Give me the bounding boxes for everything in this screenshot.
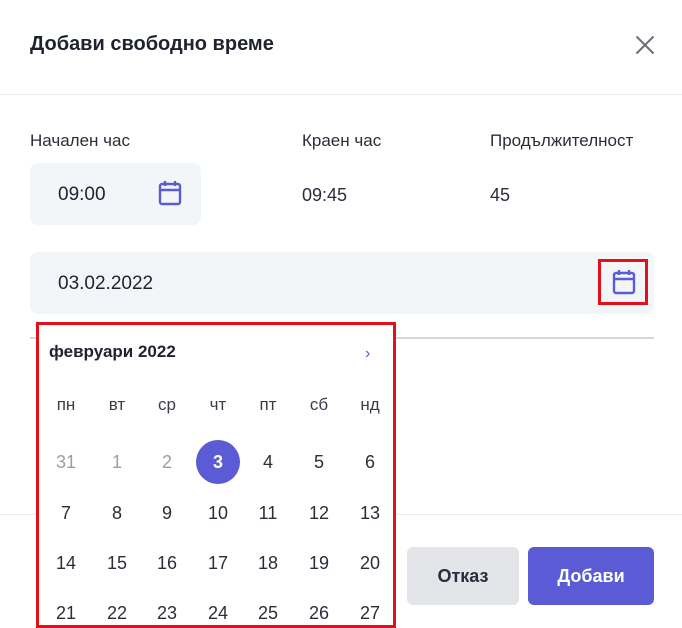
calendar-day[interactable]: 13 — [348, 491, 392, 535]
date-value: 03.02.2022 — [58, 273, 154, 294]
weekday-label: чт — [209, 395, 227, 414]
calendar-day[interactable]: 15 — [95, 541, 139, 585]
calendar-day[interactable]: 27 — [348, 591, 392, 625]
calendar-day[interactable]: 20 — [348, 541, 392, 585]
calendar-day[interactable]: 14 — [44, 541, 88, 585]
calendar-day[interactable]: 19 — [297, 541, 341, 585]
chevron-right-icon[interactable]: › — [365, 345, 370, 363]
weekday-label: вт — [108, 395, 126, 414]
calendar-day[interactable]: 8 — [95, 491, 139, 535]
calendar-day[interactable]: 9 — [145, 491, 189, 535]
dialog-title: Добави свободно време — [30, 33, 274, 55]
calendar-day[interactable]: 4 — [246, 440, 290, 484]
dialog-header: Добави свободно време — [0, 0, 682, 95]
start-time-value: 09:00 — [58, 184, 106, 205]
calendar-day[interactable]: 18 — [246, 541, 290, 585]
calendar-day[interactable]: 12 — [297, 491, 341, 535]
weekday-label: пт — [259, 395, 277, 414]
calendar-day[interactable]: 7 — [44, 491, 88, 535]
weekday-label: нд — [360, 395, 380, 414]
calendar-day[interactable]: 22 — [95, 591, 139, 625]
weekday-label: сб — [309, 395, 329, 414]
close-icon[interactable] — [630, 30, 660, 60]
cancel-button[interactable]: Отказ — [407, 547, 519, 605]
calendar-day[interactable]: 1 — [95, 440, 139, 484]
calendar-day[interactable]: 5 — [297, 440, 341, 484]
weekday-label: ср — [158, 395, 176, 414]
calendar-day[interactable]: 26 — [297, 591, 341, 625]
calendar-day[interactable]: 25 — [246, 591, 290, 625]
calendar-button-highlight — [598, 259, 648, 305]
add-free-time-dialog: Добави свободно време Начален час Краен … — [0, 0, 682, 628]
calendar-day-selected[interactable]: 3 — [196, 440, 240, 484]
date-picker-popup: февруари 2022 › пн вт ср чт пт сб нд 31 … — [36, 322, 396, 628]
end-time-label: Краен час — [302, 131, 382, 150]
calendar-day[interactable]: 21 — [44, 591, 88, 625]
date-field[interactable]: 03.02.2022 — [30, 252, 654, 314]
end-time-value: 09:45 — [302, 185, 348, 205]
calendar-day[interactable]: 24 — [196, 591, 240, 625]
weekday-label: пн — [56, 395, 76, 414]
calendar-day[interactable]: 10 — [196, 491, 240, 535]
calendar-day[interactable]: 17 — [196, 541, 240, 585]
start-time-label: Начален час — [30, 131, 130, 150]
month-year-label: февруари 2022 — [49, 342, 176, 361]
calendar-icon[interactable] — [158, 180, 182, 206]
duration-value: 45 — [490, 185, 511, 205]
calendar-day[interactable]: 23 — [145, 591, 189, 625]
duration-label: Продължителност — [490, 131, 634, 150]
add-button[interactable]: Добави — [528, 547, 654, 605]
calendar-day[interactable]: 16 — [145, 541, 189, 585]
calendar-day[interactable]: 11 — [246, 491, 290, 535]
start-time-field[interactable]: 09:00 — [30, 163, 201, 225]
calendar-day[interactable]: 2 — [145, 440, 189, 484]
calendar-day[interactable]: 6 — [348, 440, 392, 484]
calendar-day[interactable]: 31 — [44, 440, 88, 484]
